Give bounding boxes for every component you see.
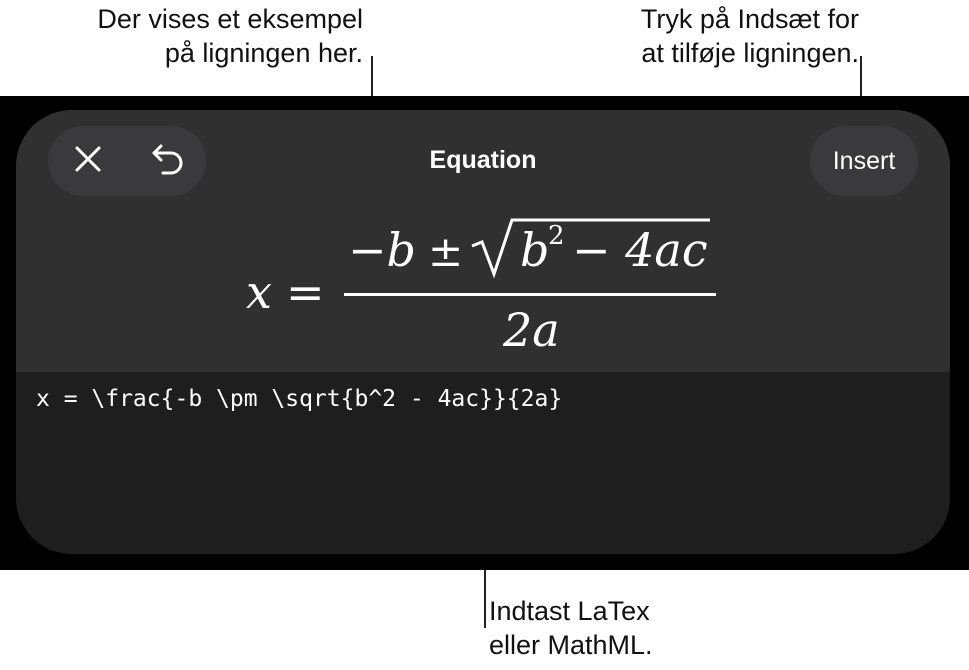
callout-insert-line-2: at tilføje ligningen.	[641, 38, 859, 68]
equation-neg-b: −b	[348, 223, 416, 277]
latex-input-area: x = \frac{-b \pm \sqrt{b^2 - 4ac}}{2a}	[16, 372, 950, 554]
equation-denominator: 2a	[502, 303, 560, 357]
callout-preview-line-1: Der vises et eksempel	[97, 4, 363, 34]
equation-equals: =	[286, 265, 325, 319]
callout-input-text: Indtast LaTex eller MathML.	[489, 594, 653, 662]
equation-sheet: Equation Insert x = −b ± b 2 − 4ac 2a x …	[16, 110, 950, 554]
equation-fraction-bar	[344, 293, 716, 296]
callout-input-line-1: Indtast LaTex	[489, 596, 650, 626]
equation-preview-area: Equation Insert x = −b ± b 2 − 4ac 2a	[16, 110, 950, 372]
insert-button[interactable]: Insert	[810, 126, 918, 196]
equation-minus-4ac: − 4ac	[572, 223, 708, 277]
equation-lhs: x	[246, 265, 272, 319]
callout-insert-text: Tryk på Indsæt for at tilføje ligningen.	[641, 2, 859, 70]
callout-input-line-2: eller MathML.	[489, 630, 653, 660]
equation-exponent: 2	[548, 221, 565, 251]
app-screen: Equation Insert x = −b ± b 2 − 4ac 2a x …	[0, 96, 969, 570]
callout-preview-text: Der vises et eksempel på ligningen her.	[97, 2, 363, 70]
equation-b: b	[520, 223, 549, 277]
callout-insert-line-1: Tryk på Indsæt for	[640, 4, 859, 34]
latex-input-field[interactable]: x = \frac{-b \pm \sqrt{b^2 - 4ac}}{2a}	[36, 384, 926, 534]
equation-plus-minus: ±	[428, 227, 463, 276]
equation-preview: x = −b ± b 2 − 4ac 2a	[16, 206, 950, 366]
callout-preview-line-2: på ligningen her.	[164, 38, 363, 68]
